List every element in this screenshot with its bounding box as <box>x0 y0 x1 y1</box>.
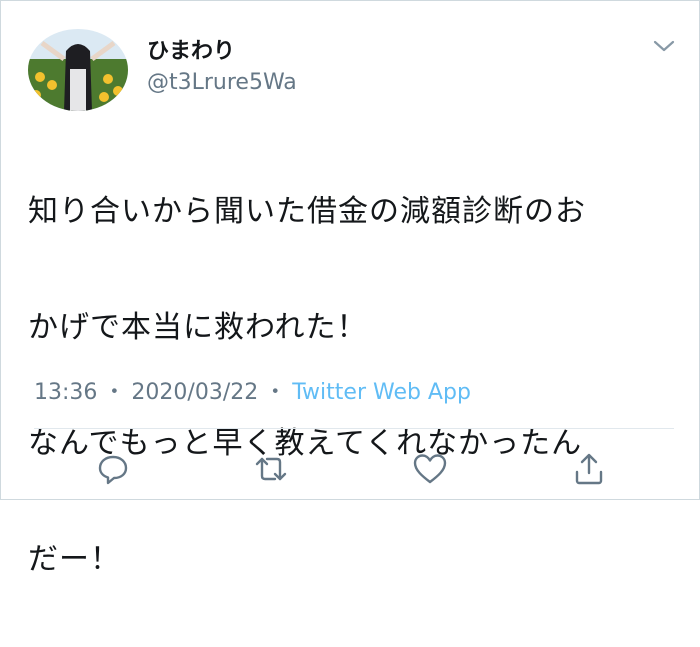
tweet-meta: 13:36 ・ 2020/03/22 ・ Twitter Web App <box>34 374 471 406</box>
share-icon[interactable] <box>569 449 609 489</box>
tweet-time[interactable]: 13:36 <box>34 380 97 405</box>
reply-icon[interactable] <box>93 449 133 489</box>
tweet-text-line: かげで本当に救われた！ <box>28 310 368 345</box>
tweet-date[interactable]: 2020/03/22 <box>131 380 258 405</box>
divider <box>34 428 674 429</box>
retweet-icon[interactable] <box>251 449 291 489</box>
heart-icon[interactable] <box>410 449 450 489</box>
tweet-source[interactable]: Twitter Web App <box>292 380 471 405</box>
avatar[interactable] <box>28 29 128 111</box>
display-name[interactable]: ひまわり <box>147 33 235 65</box>
user-handle[interactable]: @t3Lrure5Wa <box>147 70 297 95</box>
meta-separator: ・ <box>103 380 126 405</box>
chevron-down-icon[interactable] <box>651 37 677 55</box>
tweet-text-line: 知り合いから聞いた借金の減額診断のお <box>28 194 586 229</box>
tweet-card: ひまわり @t3Lrure5Wa 知り合いから聞いた借金の減額診断のお かげで本… <box>0 0 700 577</box>
meta-separator: ・ <box>264 380 287 405</box>
tweet-text-line: だー！ <box>28 542 121 577</box>
